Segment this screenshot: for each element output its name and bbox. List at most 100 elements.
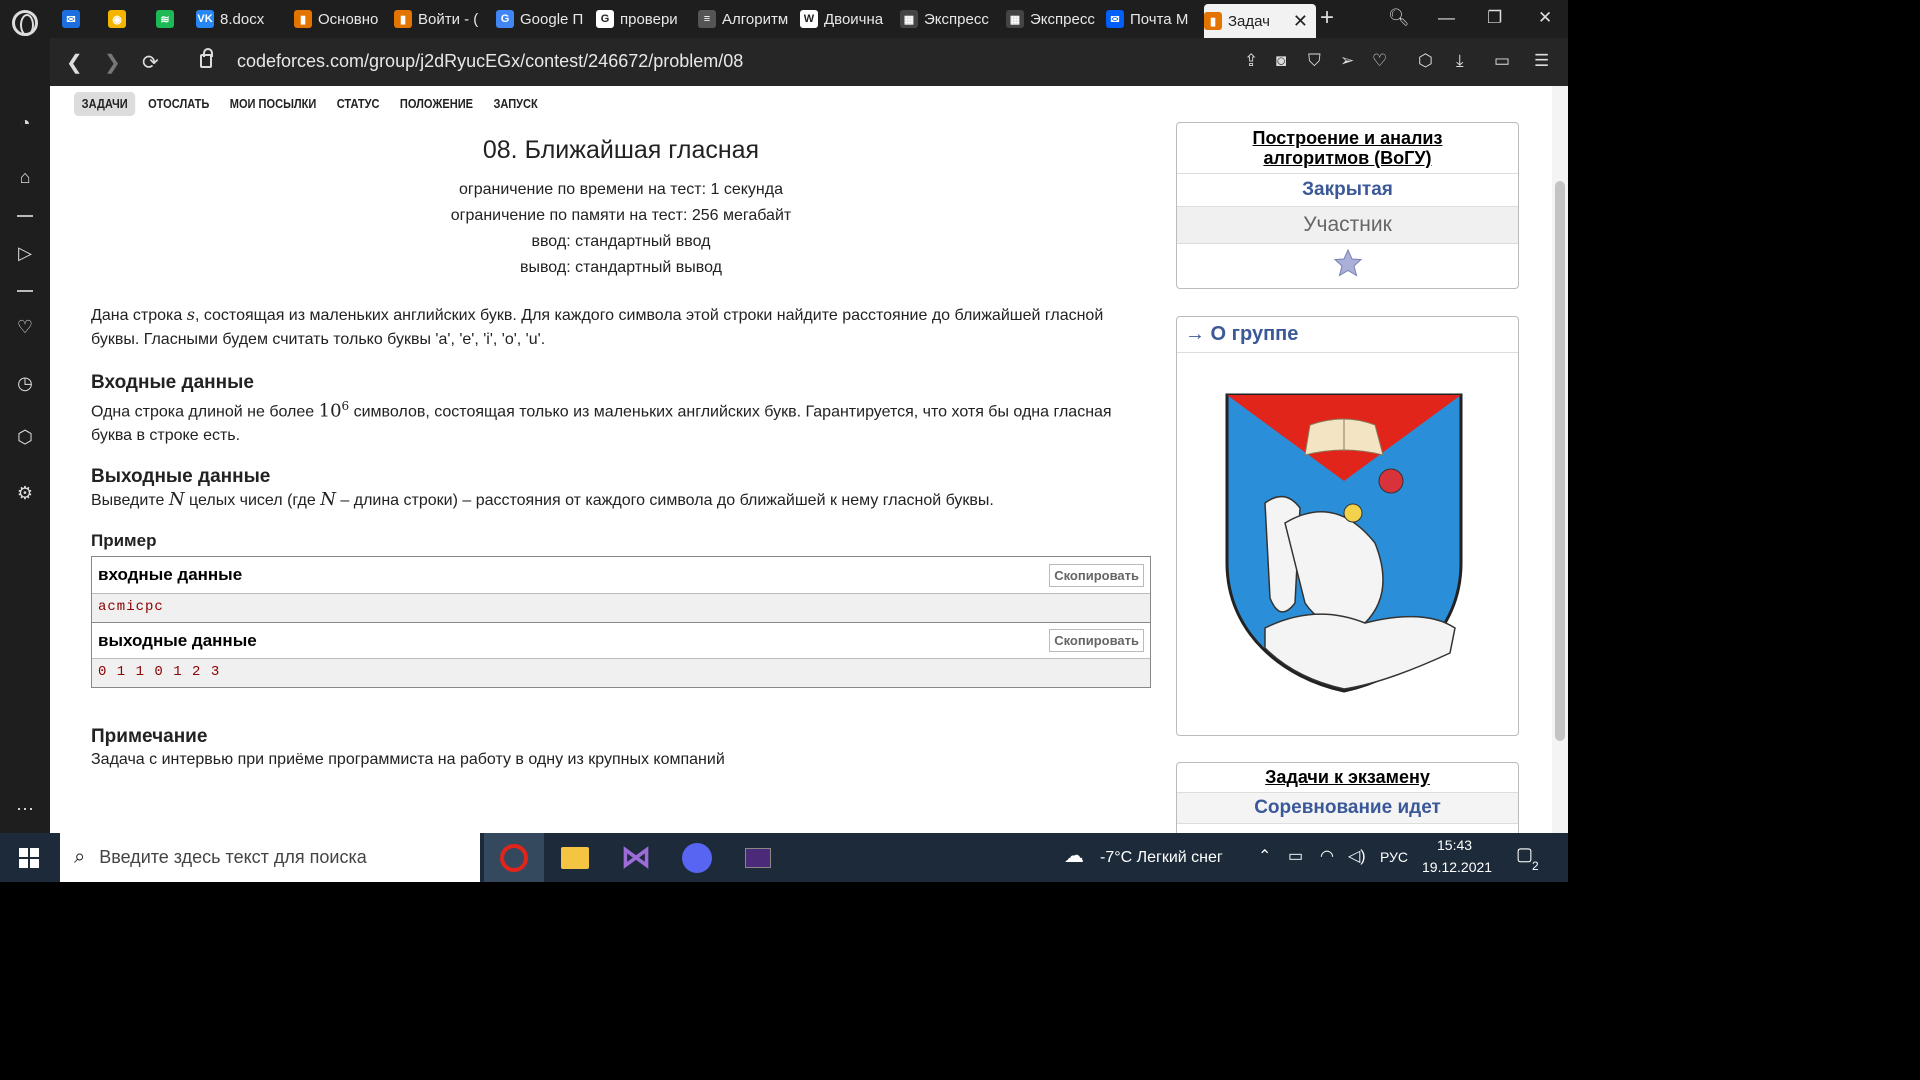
browser-tab[interactable]: Gпровери — [596, 4, 688, 34]
scrollbar-thumb[interactable] — [1555, 181, 1565, 741]
browser-tab[interactable]: ▦ Экспресс — [1006, 4, 1098, 34]
minimize-button[interactable]: — — [1438, 8, 1455, 28]
browser-window: ✉ ◉ ≋ VK 8.docx ▮ Основно ▮ Войти - ( G Google П Gп… — [0, 0, 1568, 833]
notifications-icon[interactable]: ▢ — [1516, 844, 1533, 865]
browser-tab[interactable]: ▮ Войти - ( — [394, 4, 486, 34]
sidebar-more-icon[interactable]: ⋯ — [14, 798, 36, 820]
browser-tab[interactable]: ≋ — [156, 4, 196, 34]
exam-contest-link[interactable]: Задачи к экзамену — [1177, 763, 1518, 793]
sample-input-header: входные данные Скопировать — [92, 557, 1150, 594]
wifi-icon[interactable]: ◠ — [1320, 846, 1334, 866]
browser-tab[interactable]: ≡ Алгоритм — [698, 4, 790, 34]
send-icon[interactable]: ➢ — [1340, 51, 1354, 71]
star-icon[interactable] — [1333, 248, 1363, 278]
volume-icon[interactable]: ◁) — [1348, 846, 1366, 866]
opera-menu-icon[interactable] — [12, 10, 38, 36]
copy-output-button[interactable]: Скопировать — [1049, 629, 1144, 652]
clock-time[interactable]: 15:43 — [1437, 837, 1472, 853]
submenu-status[interactable]: СТАТУС — [329, 92, 387, 116]
translate-icon: G — [496, 10, 514, 28]
settings-gear-icon[interactable]: ⚙ — [14, 482, 36, 504]
submenu-my-submissions[interactable]: МОИ ПОСЫЛКИ — [222, 92, 324, 116]
tab-label: Двоична — [824, 10, 884, 28]
maximize-button[interactable]: ❐ — [1487, 8, 1502, 28]
new-tab-button[interactable]: + — [1320, 4, 1334, 32]
close-tab-icon[interactable]: ✕ — [1293, 11, 1308, 32]
sample-output-text[interactable]: 0 1 1 0 1 2 3 — [92, 659, 1150, 687]
note-text: Задача с интервью при приёме программист… — [91, 751, 725, 768]
sample-output-label: выходные данные — [98, 630, 257, 650]
browser-tab[interactable]: G Google П — [496, 4, 588, 34]
weather-text[interactable]: -7°C Легкий снег — [1100, 849, 1223, 867]
battery-saver-icon[interactable]: ▭ — [1494, 51, 1510, 71]
memory-limit: ограничение по памяти на тест: 256 мегаб… — [450, 207, 792, 224]
opera-sidebar: ◔ ⌂ ▷ ♡ ◷ ⬡ ⚙ ⋯ — [0, 38, 50, 833]
taskbar-search[interactable]: ⌕ Введите здесь текст для поиска — [60, 833, 480, 882]
group-link[interactable]: → О группе — [1177, 317, 1518, 353]
contest-name-link[interactable]: Построение и анализ алгоритмов (ВоГУ) — [1177, 123, 1518, 174]
player-icon[interactable]: ▷ — [14, 242, 36, 264]
terminal-icon[interactable] — [728, 833, 788, 882]
analytics-icon: ▮ — [294, 10, 312, 28]
url-field[interactable]: codeforces.com/group/j2dRyucEGx/contest/… — [237, 51, 743, 72]
tray-overflow-icon[interactable]: ⌃ — [1258, 846, 1271, 866]
close-window-button[interactable]: ✕ — [1538, 8, 1552, 28]
sidebar-divider — [17, 290, 33, 292]
language-indicator[interactable]: РУС — [1380, 849, 1408, 865]
bookmarks-heart-icon[interactable]: ♡ — [14, 316, 36, 338]
workspace-icon[interactable]: ⌂ — [14, 166, 36, 188]
submenu-custom-invocation[interactable]: ЗАПУСК — [486, 92, 546, 116]
search-tabs-icon[interactable]: 🔍︎ — [1388, 8, 1410, 28]
browser-tab[interactable]: ▦ Экспресс — [900, 4, 996, 34]
browser-tab[interactable]: ▮ Задач ✕ — [1204, 4, 1316, 38]
problem-title: 08. Ближайшая гласная — [482, 136, 760, 164]
page-scrollbar[interactable] — [1552, 86, 1568, 833]
extensions-cube-icon[interactable]: ⬡ — [1418, 51, 1433, 71]
messenger-icon: ✉ — [62, 10, 80, 28]
forward-button[interactable]: ❯ — [104, 50, 121, 75]
speed-dial-gauge-icon[interactable]: ◔ — [14, 112, 36, 134]
extensions-icon[interactable]: ⬡ — [14, 426, 36, 448]
file-explorer-icon[interactable] — [545, 833, 605, 882]
history-clock-icon[interactable]: ◷ — [14, 372, 36, 394]
sidebar-divider — [17, 215, 33, 217]
speed-dial-icon: ▦ — [1006, 10, 1024, 28]
browser-tab[interactable]: ◉ — [108, 4, 148, 34]
tab-label: Задач — [1228, 12, 1270, 30]
visual-studio-icon[interactable]: ⋈ — [606, 833, 666, 882]
output-spec-text: Выведите N целых чисел (где N – длина ст… — [91, 489, 994, 511]
submenu-problems[interactable]: ЗАДАЧИ — [74, 92, 136, 116]
google-icon: G — [596, 10, 614, 28]
reload-button[interactable]: ⟳ — [142, 50, 159, 75]
legend-text: Дана строка s, состоящая из маленьких ан… — [91, 305, 1104, 348]
back-button[interactable]: ❮ — [66, 50, 83, 75]
search-icon: ⌕ — [74, 846, 86, 868]
download-icon[interactable]: ⤓ — [1456, 51, 1464, 71]
browser-tab[interactable]: W Двоична — [800, 4, 892, 34]
input-spec-text: Одна строка длиной не более 106 символов… — [91, 399, 1112, 445]
bookmark-heart-icon[interactable]: ♡ — [1372, 51, 1387, 71]
group-emblem-image — [1225, 393, 1463, 693]
windows-start-icon[interactable] — [19, 848, 39, 868]
web-page: ЗАДАЧИ ОТОСЛАТЬ МОИ ПОСЫЛКИ СТАТУС ПОЛОЖ… — [50, 86, 1552, 833]
copy-input-button[interactable]: Скопировать — [1049, 563, 1144, 587]
submenu-standings[interactable]: ПОЛОЖЕНИЕ — [392, 92, 480, 116]
browser-tab[interactable]: VK 8.docx — [196, 4, 286, 34]
easy-setup-icon[interactable]: ☰ — [1534, 51, 1549, 71]
sample-input-text[interactable]: acmicpc — [92, 594, 1150, 622]
opera-taskbar-icon[interactable] — [484, 833, 544, 882]
mail-icon: ✉ — [1106, 10, 1124, 28]
analytics-icon: ▮ — [394, 10, 412, 28]
clock-date[interactable]: 19.12.2021 — [1422, 859, 1492, 875]
weather-cloud-icon[interactable]: ☁ — [1064, 843, 1084, 868]
share-icon[interactable]: ⇪ — [1244, 51, 1258, 71]
submenu-submit[interactable]: ОТОСЛАТЬ — [140, 92, 217, 116]
adblock-shield-icon[interactable]: ⛉ — [1308, 51, 1321, 71]
discord-icon[interactable] — [667, 833, 727, 882]
tab-label: Почта М — [1130, 10, 1189, 28]
browser-tab[interactable]: ✉ — [62, 4, 102, 34]
battery-icon[interactable]: ▭ — [1288, 846, 1303, 866]
browser-tab[interactable]: ✉ Почта М — [1106, 4, 1198, 34]
snapshot-icon[interactable]: ◙ — [1276, 51, 1286, 71]
browser-tab[interactable]: ▮ Основно — [294, 4, 386, 34]
